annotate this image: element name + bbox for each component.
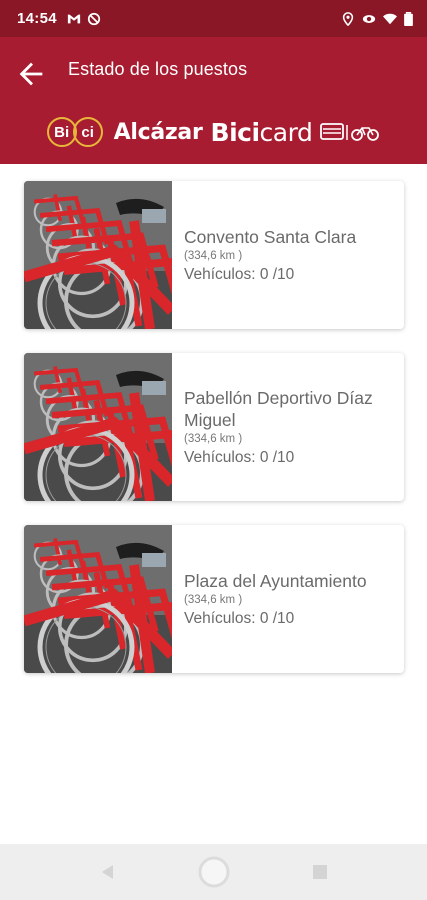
bikes-photo (24, 181, 172, 329)
station-vehicles: Vehículos: 0 /10 (184, 610, 295, 627)
brand-bicicard-bold: Bici (210, 117, 261, 147)
station-name: Convento Santa Clara (184, 227, 357, 247)
wifi-icon (383, 13, 397, 24)
back-triangle-icon[interactable] (99, 863, 117, 881)
station-vehicles: Vehículos: 0 /10 (184, 449, 295, 466)
bici-logo: Bi ci (46, 117, 103, 147)
bici-logo-ci: ci (72, 117, 103, 147)
bikes-photo-art (24, 353, 172, 501)
arrow-back-icon[interactable] (14, 57, 48, 91)
bikes-photo (24, 525, 172, 673)
home-circle-icon[interactable] (197, 855, 231, 889)
station-card[interactable]: Convento Santa Clara (334,6 km ) Vehícul… (24, 181, 404, 329)
location-icon (342, 11, 354, 26)
system-nav-bar (0, 844, 427, 900)
station-card[interactable]: Plaza del Ayuntamiento (334,6 km ) Vehíc… (24, 525, 404, 673)
eye-icon (362, 14, 376, 23)
brand-logo: Bi ci Alcázar Bicicard (0, 115, 427, 149)
station-name: Plaza del Ayuntamiento (184, 571, 367, 591)
bikes-photo-art (24, 181, 172, 329)
station-card[interactable]: Pabellón Deportivo Díaz Miguel (334,6 km… (24, 353, 404, 501)
station-vehicles: Vehículos: 0 /10 (184, 266, 295, 283)
app-bar: Estado de los puestos Bi ci Alcázar Bici… (0, 37, 427, 164)
station-list: Convento Santa Clara (334,6 km ) Vehícul… (24, 181, 404, 697)
bikes-photo-art (24, 525, 172, 673)
station-distance: (334,6 km ) (184, 594, 243, 606)
brand-bicicard-light: card (259, 117, 313, 147)
page-title: Estado de los puestos (68, 59, 248, 79)
battery-icon (404, 11, 413, 26)
brand-bicicard: Bicicard (211, 118, 313, 147)
status-bar: 14:54 (0, 0, 427, 37)
gmail-icon (67, 14, 80, 23)
station-distance: (334,6 km ) (184, 250, 243, 262)
card-bike-icon (320, 123, 380, 141)
station-name: Pabellón Deportivo Díaz Miguel (184, 388, 373, 430)
brand-alcazar: Alcázar (113, 119, 203, 145)
status-time: 14:54 (17, 10, 57, 27)
recents-square-icon[interactable] (311, 863, 329, 881)
no-sim-icon (87, 12, 100, 25)
station-distance: (334,6 km ) (184, 433, 243, 445)
bikes-photo (24, 353, 172, 501)
